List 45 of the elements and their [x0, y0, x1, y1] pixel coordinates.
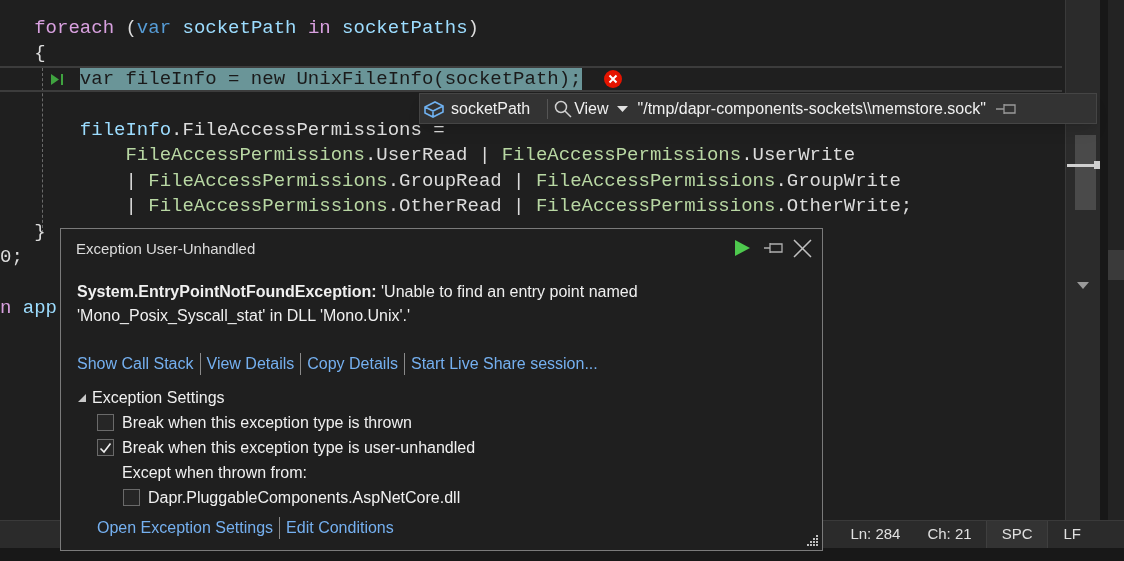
code-line: fileInfo.FileAccessPermissions = — [79, 117, 445, 143]
code-line: { — [34, 41, 46, 66]
exception-settings-toggle[interactable]: Exception Settings — [77, 386, 225, 410]
link[interactable]: Show Call Stack — [77, 352, 194, 376]
checkbox-label: Break when this exception type is user-unhandled — [122, 437, 476, 458]
link[interactable]: Open Exception Settings — [97, 516, 274, 540]
link[interactable]: Edit Conditions — [286, 516, 394, 540]
popup-title: Exception User-Unhandled — [76, 238, 257, 259]
code-line: FileAccessPermissions.UserRead | FileAccessPermissions.UserWrite — [125, 143, 856, 168]
search-icon — [554, 99, 573, 118]
checkbox[interactable] — [97, 439, 114, 456]
checkbox-label: Break when this exception type is thrown — [122, 412, 412, 433]
code-line: | FileAccessPermissions.GroupRead | FileAccessPermissions.GroupWrite — [125, 168, 901, 194]
collapse-triangle-icon — [77, 393, 87, 403]
link[interactable]: View Details — [206, 352, 295, 376]
continue-icon[interactable] — [733, 239, 751, 257]
checkbox-label: Dapr.PluggableComponents.AspNetCore.dll — [148, 487, 461, 508]
scrollbar[interactable] — [1065, 0, 1100, 520]
variable-name: socketPath — [451, 98, 531, 119]
view-button[interactable]: View — [554, 96, 609, 121]
pin-icon[interactable] — [763, 241, 784, 255]
link[interactable]: Copy Details — [307, 352, 398, 376]
caret-position-marker — [1067, 161, 1100, 169]
code-line: 0; — [0, 245, 23, 270]
scroll-thumb[interactable] — [1075, 135, 1096, 210]
caret-icon[interactable] — [616, 105, 628, 112]
link[interactable]: Start Live Share session... — [410, 352, 598, 376]
code-line: } — [34, 219, 46, 245]
close-icon[interactable] — [793, 238, 812, 258]
field-icon — [423, 98, 445, 119]
scroll-down-icon[interactable] — [1077, 282, 1089, 290]
line-ending-indicator[interactable]: LF — [1048, 523, 1096, 546]
variable-value: "/tmp/dapr-components-sockets\\memstore.sock" — [637, 98, 986, 119]
pin-icon[interactable] — [994, 101, 1017, 116]
exception-message: System.EntryPointNotFoundException: 'Unable to find an entry point named 'Mono_Posix_Syscall_stat' in DLL 'Mono.Unix'.' — [77, 282, 639, 326]
section-label: Except when thrown from: — [122, 462, 307, 483]
resize-grip-icon[interactable] — [805, 533, 819, 547]
code-line: | FileAccessPermissions.OtherRead | FileAccessPermissions.OtherWrite; — [125, 194, 913, 219]
whitespace-indicator[interactable]: SPC — [985, 521, 1049, 548]
code-line: foreach (var socketPath in socketPaths) — [34, 15, 479, 41]
checkbox[interactable] — [97, 414, 114, 431]
line-number-indicator[interactable]: Ln: 284 — [850, 523, 901, 546]
checkbox[interactable] — [123, 489, 140, 506]
column-indicator[interactable]: Ch: 21 — [927, 523, 972, 546]
code-line: n app — [0, 296, 57, 321]
